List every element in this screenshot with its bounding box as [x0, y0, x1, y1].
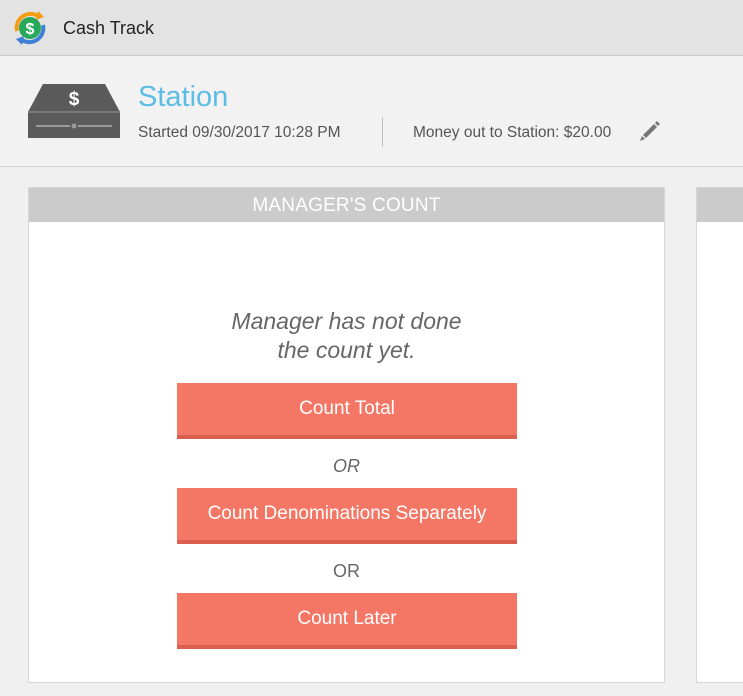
count-status-line-2: the count yet. — [277, 337, 416, 363]
station-name: Station — [138, 81, 229, 113]
managers-count-header: MANAGER'S COUNT — [29, 188, 664, 222]
or-separator-2: OR — [333, 561, 360, 581]
svg-text:$: $ — [26, 21, 35, 38]
or-separator-1: OR — [333, 456, 360, 476]
managers-count-card: MANAGER'S COUNT Manager has not done the… — [28, 187, 665, 683]
header-divider — [382, 117, 383, 147]
edit-money-out-button[interactable] — [637, 118, 663, 144]
money-out-amount: Money out to Station: $20.00 — [413, 124, 612, 141]
app-title: Cash Track — [63, 18, 155, 38]
secondary-card-header — [697, 188, 743, 222]
pencil-icon — [640, 121, 660, 141]
cash-track-logo-icon: $ — [14, 11, 46, 45]
count-total-button[interactable]: Count Total — [177, 383, 517, 439]
count-status-line-1: Manager has not done — [231, 308, 462, 334]
station-header: $ Station Started 09/30/2017 10:28 PM Mo… — [0, 56, 743, 167]
count-status-message: Manager has not done the count yet. — [29, 307, 664, 365]
secondary-card — [696, 187, 743, 683]
cash-register-icon: $ — [28, 84, 120, 138]
app-bar: $ Cash Track — [0, 0, 743, 56]
started-timestamp: Started 09/30/2017 10:28 PM — [138, 124, 341, 141]
count-later-button[interactable]: Count Later — [177, 593, 517, 649]
count-denominations-button[interactable]: Count Denominations Separately — [177, 488, 517, 544]
svg-text:$: $ — [69, 89, 80, 110]
